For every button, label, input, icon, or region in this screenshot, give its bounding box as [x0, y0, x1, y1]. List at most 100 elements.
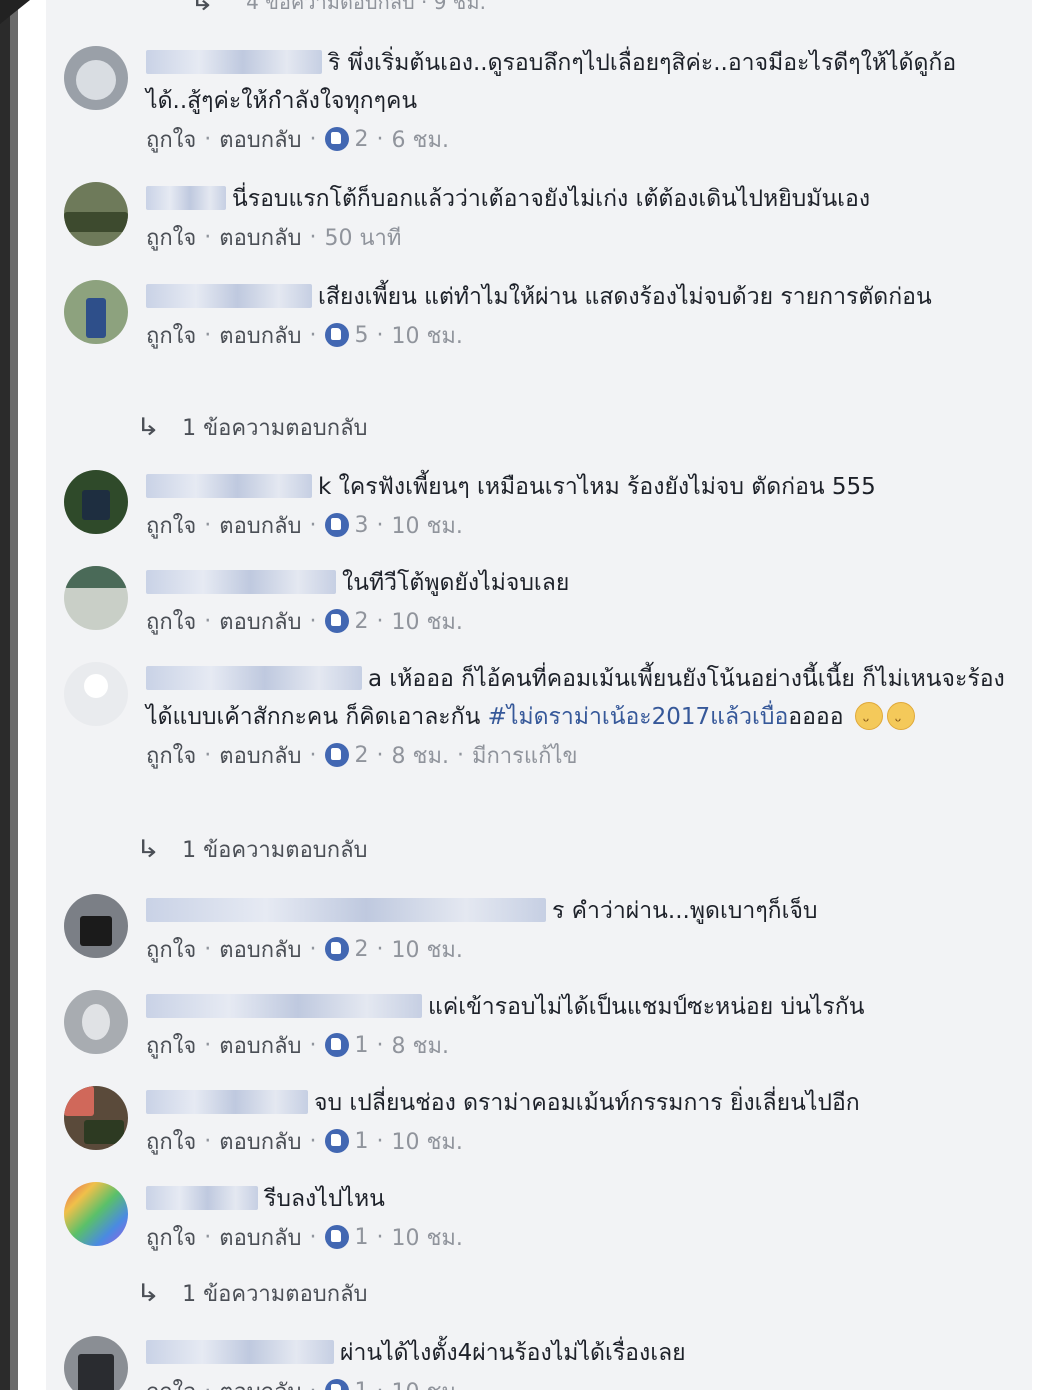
reply-button[interactable]: ตอบกลับ	[219, 122, 301, 157]
comments-panel: ↳ 4 ข้อความตอบกลับ · 9 ชม. ริ พึ่งเริ่มต…	[46, 0, 1032, 1390]
comment-actions: ถูกใจ· ตอบกลับ· 1· 10 ชม.	[146, 1374, 1016, 1390]
comment-time[interactable]: 10 ชม.	[392, 1220, 463, 1255]
like-count[interactable]: 5	[355, 323, 369, 348]
comment-actions: ถูกใจ · ตอบกลับ · 3 · 10 ชม.	[146, 508, 1016, 542]
comment-time[interactable]: 6 ชม.	[392, 122, 449, 157]
reply-button[interactable]: ตอบกลับ	[219, 1124, 301, 1159]
like-count[interactable]: 2	[355, 127, 369, 152]
window-edge	[0, 0, 18, 1390]
like-button[interactable]: ถูกใจ	[146, 1220, 196, 1255]
reply-button[interactable]: ตอบกลับ	[219, 1028, 301, 1063]
comment-time[interactable]: 10 ชม.	[392, 932, 463, 967]
like-button[interactable]: ถูกใจ	[146, 220, 196, 255]
comment-text: a เห้อออ ก็ไอ้คนที่คอมเม้นเพี้ยนยังโน้นอ…	[146, 660, 1016, 741]
emoji-icon	[886, 702, 915, 741]
like-count[interactable]: 1	[355, 1129, 369, 1154]
comment-text: จบ เปลี่ยนช่อง ดราม่าคอมเม้นท์กรรมการ ยิ…	[146, 1084, 1016, 1122]
like-count[interactable]: 1	[355, 1033, 369, 1058]
like-count[interactable]: 1	[355, 1225, 369, 1250]
commenter-name[interactable]	[146, 994, 422, 1018]
view-replies-link[interactable]: ↳ 1 ข้อความตอบกลับ	[136, 1276, 368, 1310]
top-replies-link[interactable]: ↳ 4 ข้อความตอบกลับ · 9 ชม.	[189, 0, 486, 16]
commenter-name[interactable]	[146, 570, 336, 594]
like-button[interactable]: ถูกใจ	[146, 604, 196, 639]
emoji-icon	[854, 702, 883, 741]
comment-actions: ถูกใจ · ตอบกลับ · 1 · 8 ชม.	[146, 1028, 1016, 1062]
comment-text: ในทีวีโต้พูดยังไม่จบเลย	[146, 564, 1016, 602]
avatar[interactable]	[64, 662, 128, 726]
avatar[interactable]	[64, 1086, 128, 1150]
like-count[interactable]: 1	[355, 1379, 369, 1390]
like-button[interactable]: ถูกใจ	[146, 122, 196, 157]
commenter-name[interactable]	[146, 1090, 308, 1114]
like-button[interactable]: ถูกใจ	[146, 318, 196, 353]
comment-text: เสียงเพี้ยน แต่ทำไมให้ผ่าน แสดงร้องไม่จบ…	[146, 278, 1016, 316]
like-count-icon	[324, 1129, 349, 1153]
comment-actions: ถูกใจ · ตอบกลับ · 2 · 10 ชม.	[146, 604, 1016, 638]
commenter-name[interactable]	[146, 898, 546, 922]
like-count-icon	[324, 937, 349, 961]
like-count-icon	[324, 127, 349, 151]
comment-actions: ถูกใจ · ตอบกลับ · 2 · 6 ชม.	[146, 122, 1016, 156]
comment-time[interactable]: 8 ชม.	[392, 738, 449, 773]
reply-button[interactable]: ตอบกลับ	[219, 318, 301, 353]
like-count-icon	[324, 1033, 349, 1057]
like-count-icon	[324, 609, 349, 633]
comment-time[interactable]: 10 ชม.	[392, 604, 463, 639]
like-count-icon	[324, 513, 349, 537]
reply-button[interactable]: ตอบกลับ	[219, 220, 301, 255]
comment-time[interactable]: 10 ชม.	[392, 508, 463, 543]
like-count[interactable]: 2	[355, 743, 369, 768]
commenter-name[interactable]	[146, 666, 362, 690]
avatar[interactable]	[64, 566, 128, 630]
comment-text: นี่รอบแรกโต้ก็บอกแล้วว่าเต้อาจยังไม่เก่ง…	[146, 180, 1016, 218]
comment-text: ผ่านได้ไงตั้ง4ผ่านร้องไม่ได้เรื่องเลย	[146, 1334, 1016, 1372]
commenter-name[interactable]	[146, 186, 226, 210]
like-button[interactable]: ถูกใจ	[146, 1374, 196, 1390]
hashtag-link[interactable]: #ไม่ดราม่าเน้อะ2017แล้วเบื่อ	[488, 704, 789, 730]
comment-time[interactable]: 50 นาที	[325, 220, 402, 255]
like-button[interactable]: ถูกใจ	[146, 738, 196, 773]
view-replies-link[interactable]: ↳ 1 ข้อความตอบกลับ	[136, 410, 368, 444]
reply-button[interactable]: ตอบกลับ	[219, 738, 301, 773]
like-button[interactable]: ถูกใจ	[146, 1028, 196, 1063]
comment-text: ร คำว่าผ่าน...พูดเบาๆก็เจ็บ	[146, 892, 1016, 930]
comment-actions: ถูกใจ· ตอบกลับ· 1· 10 ชม.	[146, 1220, 1016, 1254]
comment-time[interactable]: 10 ชม.	[392, 318, 463, 353]
avatar[interactable]	[64, 1182, 128, 1246]
like-button[interactable]: ถูกใจ	[146, 1124, 196, 1159]
reply-button[interactable]: ตอบกลับ	[219, 604, 301, 639]
avatar[interactable]	[64, 280, 128, 344]
comment-actions: ถูกใจ· ตอบกลับ· 1· 10 ชม.	[146, 1124, 1016, 1158]
comment-text: แค่เข้ารอบไม่ได้เป็นแชมป์ซะหน่อย บ่นไรกั…	[146, 988, 1016, 1026]
avatar[interactable]	[64, 894, 128, 958]
comment-actions: ถูกใจ · ตอบกลับ · 2 · 10 ชม.	[146, 932, 1016, 966]
comment-time[interactable]: 8 ชม.	[392, 1028, 449, 1063]
comment-actions: ถูกใจ · ตอบกลับ · 50 นาที	[146, 220, 1016, 254]
reply-button[interactable]: ตอบกลับ	[219, 1374, 301, 1390]
comment-actions: ถูกใจ · ตอบกลับ · 2 · 8 ชม. · มีการแก้ไข	[146, 738, 1016, 772]
like-count[interactable]: 2	[355, 937, 369, 962]
view-replies-link[interactable]: ↳ 1 ข้อความตอบกลับ	[136, 832, 368, 866]
avatar[interactable]	[64, 1336, 128, 1390]
avatar[interactable]	[64, 470, 128, 534]
like-button[interactable]: ถูกใจ	[146, 508, 196, 543]
comment-time[interactable]: 10 ชม.	[392, 1124, 463, 1159]
comment-time[interactable]: 10 ชม.	[392, 1374, 463, 1390]
commenter-name[interactable]	[146, 1186, 258, 1210]
commenter-name[interactable]	[146, 50, 322, 74]
commenter-name[interactable]	[146, 474, 312, 498]
avatar[interactable]	[64, 46, 128, 110]
like-count[interactable]: 3	[355, 513, 369, 538]
edited-label[interactable]: มีการแก้ไข	[472, 738, 578, 773]
reply-button[interactable]: ตอบกลับ	[219, 1220, 301, 1255]
avatar[interactable]	[64, 990, 128, 1054]
avatar[interactable]	[64, 182, 128, 246]
reply-button[interactable]: ตอบกลับ	[219, 932, 301, 967]
like-count[interactable]: 2	[355, 609, 369, 634]
commenter-name[interactable]	[146, 1340, 334, 1364]
reply-button[interactable]: ตอบกลับ	[219, 508, 301, 543]
like-button[interactable]: ถูกใจ	[146, 932, 196, 967]
commenter-name[interactable]	[146, 284, 312, 308]
reply-arrow-icon: ↳	[189, 0, 215, 16]
